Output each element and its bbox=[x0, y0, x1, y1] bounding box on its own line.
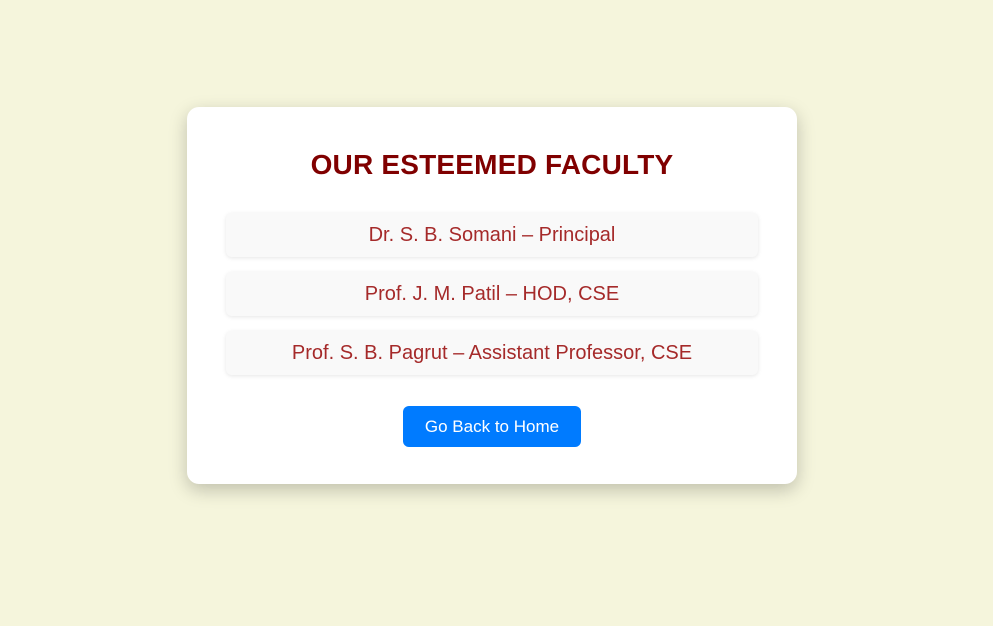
faculty-item-hod: Prof. J. M. Patil – HOD, CSE bbox=[226, 272, 758, 316]
faculty-list: Dr. S. B. Somani – Principal Prof. J. M.… bbox=[226, 213, 758, 390]
faculty-item-assistant-professor: Prof. S. B. Pagrut – Assistant Professor… bbox=[226, 331, 758, 375]
faculty-card: OUR ESTEEMED FACULTY Dr. S. B. Somani – … bbox=[187, 107, 797, 484]
faculty-item-principal: Dr. S. B. Somani – Principal bbox=[226, 213, 758, 257]
go-back-home-button[interactable]: Go Back to Home bbox=[403, 406, 581, 447]
page-title: OUR ESTEEMED FACULTY bbox=[310, 149, 674, 180]
